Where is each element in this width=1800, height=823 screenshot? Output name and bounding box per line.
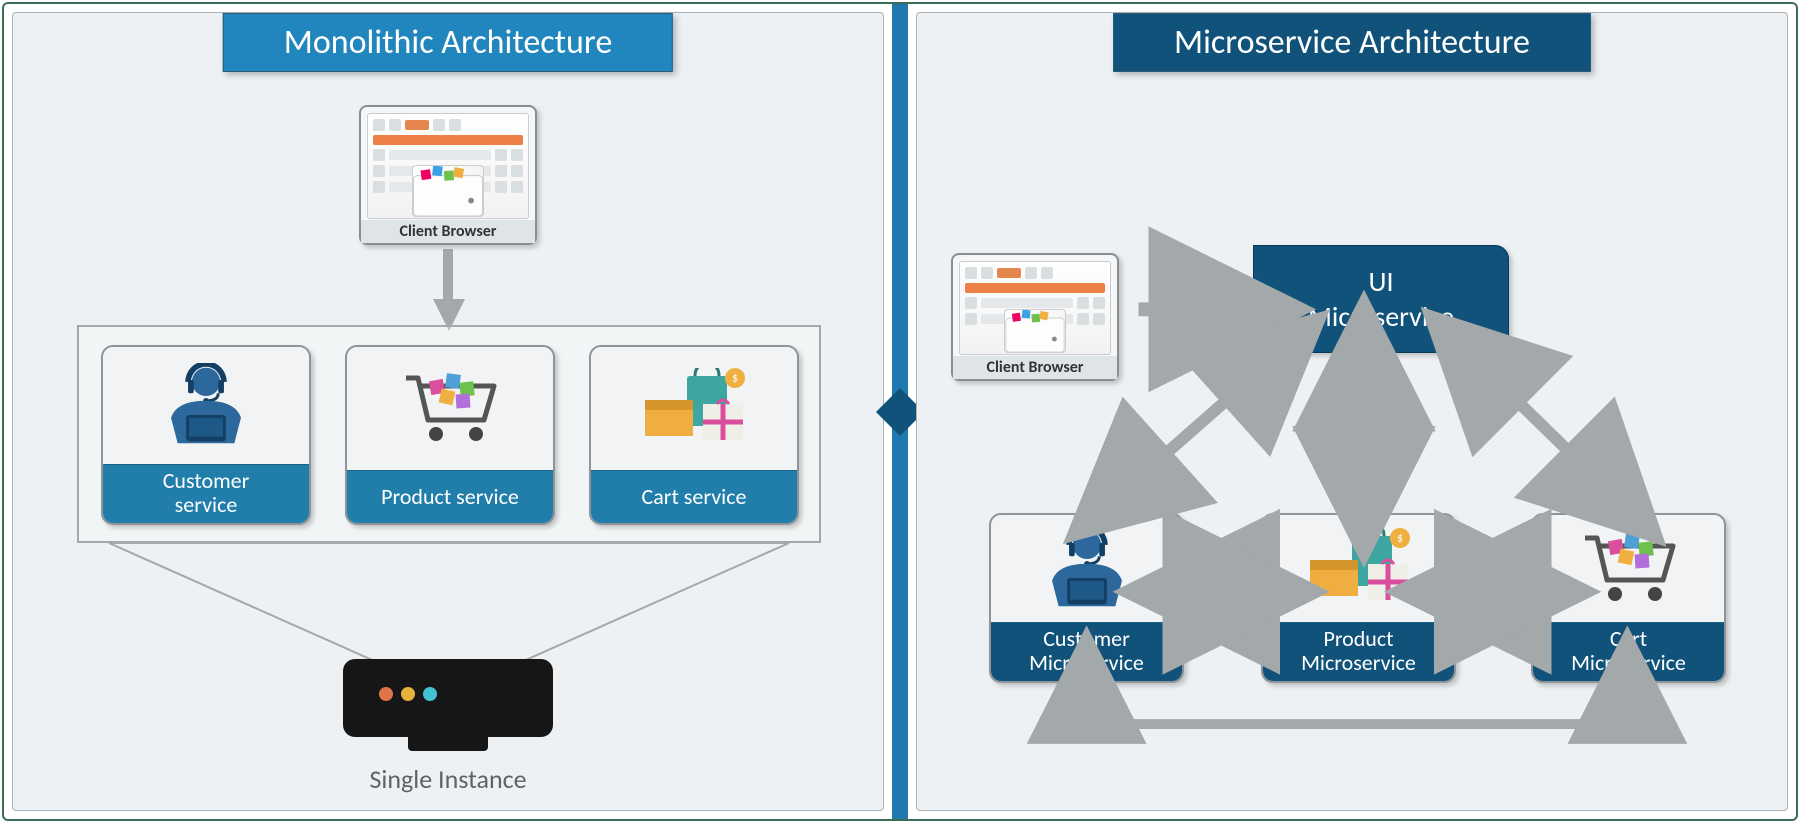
client-browser-label-right: Client Browser	[953, 356, 1117, 379]
single-instance-label: Single Instance	[369, 763, 526, 795]
monolithic-panel: Monolithic Architecture Client Browser C…	[12, 12, 884, 811]
panel-divider	[892, 4, 908, 819]
customer-service-label: Customer service	[103, 464, 309, 523]
ui-microservice-label: UI Microservice	[1308, 264, 1454, 334]
shop-overlay-icon	[1004, 309, 1066, 353]
customer-microservice-card: Customer Microservice	[989, 513, 1184, 683]
shopping-bags-icon	[639, 368, 749, 448]
arrows-right	[917, 13, 1787, 810]
funnel-shape	[109, 543, 789, 663]
microservice-panel: Microservice Architecture Client Browser…	[916, 12, 1788, 811]
server-icon	[343, 659, 553, 737]
monolithic-title: Monolithic Architecture	[223, 13, 673, 72]
customer-microservice-label: Customer Microservice	[991, 622, 1182, 681]
cart-microservice-label: Cart Microservice	[1533, 622, 1724, 681]
cart-service-card: Cart service	[589, 345, 799, 525]
shopping-cart-icon	[1579, 528, 1679, 608]
product-service-label: Product service	[347, 470, 553, 523]
client-browser-label: Client Browser	[361, 220, 535, 243]
customer-service-card: Customer service	[101, 345, 311, 525]
product-microservice-card: Product Microservice	[1261, 513, 1456, 683]
cart-microservice-card: Cart Microservice	[1531, 513, 1726, 683]
client-browser-card: Client Browser	[359, 105, 537, 245]
cart-service-label: Cart service	[591, 470, 797, 523]
microservice-title: Microservice Architecture	[1113, 13, 1591, 72]
support-agent-icon	[1042, 526, 1132, 611]
shopping-cart-icon	[400, 368, 500, 448]
product-service-card: Product service	[345, 345, 555, 525]
support-agent-icon	[161, 363, 251, 448]
shop-overlay-icon	[412, 165, 484, 217]
shopping-bags-icon	[1304, 528, 1414, 608]
product-microservice-label: Product Microservice	[1263, 622, 1454, 681]
ui-microservice-box: UI Microservice	[1253, 245, 1509, 353]
client-browser-card-right: Client Browser	[951, 253, 1119, 381]
